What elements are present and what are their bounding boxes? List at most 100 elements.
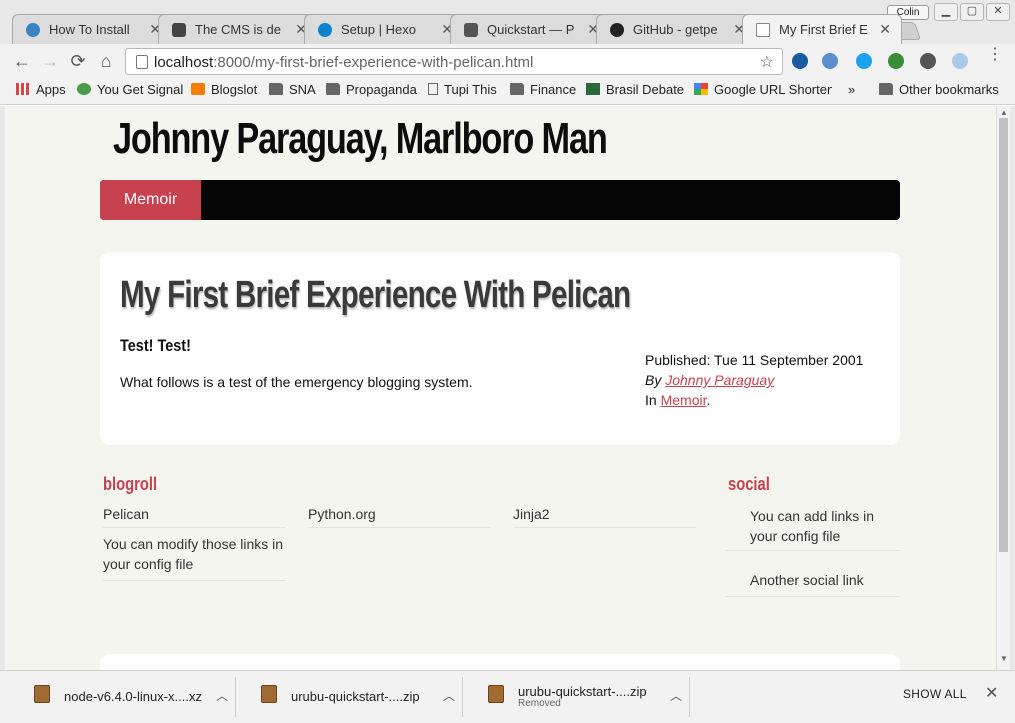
page-icon (428, 83, 438, 95)
tab-cms[interactable]: The CMS is de ✕ (158, 14, 318, 44)
close-icon[interactable]: ✕ (985, 683, 998, 703)
blogroll-link-python[interactable]: Python.org (308, 504, 491, 528)
site-nav: Memoir (100, 180, 900, 220)
tab-title: My First Brief E (779, 22, 868, 37)
digitalocean-favicon-icon (26, 23, 40, 37)
download-item[interactable]: urubu-quickstart-....zip Removed ︿ (464, 677, 690, 717)
download-item[interactable]: urubu-quickstart-....zip ︿ (237, 677, 463, 717)
scrollbar-thumb[interactable] (999, 118, 1008, 552)
bookmark-google-url-shortener[interactable]: Google URL Shortene (694, 82, 832, 100)
reload-button[interactable]: ⟳ (68, 51, 88, 71)
article-subtitle: Test! Test! (120, 336, 191, 355)
extension-icon[interactable] (952, 53, 968, 69)
address-bar[interactable]: localhost:8000/my-first-brief-experience… (125, 48, 783, 75)
page-info-icon[interactable] (136, 55, 148, 69)
article-body: What follows is a test of the emergency … (120, 374, 473, 390)
blogroll-link-jinja2[interactable]: Jinja2 (513, 504, 696, 528)
google-icon (694, 83, 708, 95)
archive-icon (488, 685, 504, 703)
extension-icon[interactable] (822, 53, 838, 69)
folder-icon (269, 83, 283, 95)
tab-title: Setup | Hexo (341, 22, 416, 37)
author-link[interactable]: Johnny Paraguay (665, 372, 774, 388)
article-card: My First Brief Experience With Pelican T… (100, 252, 900, 445)
blogger-icon (191, 83, 205, 95)
close-icon[interactable]: ✕ (879, 21, 891, 38)
bookmark-apps[interactable]: Apps (16, 82, 66, 100)
extension-icon[interactable] (888, 53, 904, 69)
chrome-menu-icon[interactable]: ⋮ (987, 47, 1003, 63)
bookmark-folder-propaganda[interactable]: Propaganda (326, 82, 417, 100)
scroll-up-arrow-icon[interactable]: ▲ (1000, 108, 1008, 117)
page-icon (756, 23, 770, 37)
archive-icon (261, 685, 277, 703)
bookmarks-overflow-chevron[interactable]: » (848, 82, 855, 100)
back-button[interactable]: ← (12, 51, 32, 71)
category-line: In Memoir. (645, 392, 711, 408)
article-meta: Published: Tue 11 September 2001 By John… (645, 350, 863, 410)
folder-icon (879, 83, 893, 95)
tab-how-to-install[interactable]: How To Install ✕ (12, 14, 172, 44)
bookmark-folder-finance[interactable]: Finance (510, 82, 576, 100)
social-link-config[interactable]: You can add links in your config file (725, 506, 900, 551)
folder-icon (510, 83, 524, 95)
tab-quickstart[interactable]: Quickstart — P ✕ (450, 14, 610, 44)
nav-item-memoir[interactable]: Memoir (100, 180, 201, 220)
title-bar: How To Install ✕ The CMS is de ✕ Setup |… (0, 0, 1015, 44)
page-viewport: Johnny Paraguay, Marlboro Man Memoir My … (5, 106, 996, 670)
download-filename: urubu-quickstart-....zip (518, 684, 647, 699)
blogroll-link-pelican[interactable]: Pelican (103, 504, 286, 528)
show-all-downloads-button[interactable]: SHOW ALL (903, 687, 967, 701)
forward-button[interactable]: → (40, 51, 60, 71)
bookmark-blogslot[interactable]: Blogslot (191, 82, 257, 100)
published-date: Published: Tue 11 September 2001 (645, 352, 864, 368)
social-heading: social (728, 474, 770, 494)
window-close-button[interactable]: ✕ (986, 3, 1010, 21)
minimize-button[interactable]: ▁ (934, 3, 958, 21)
bookmark-brasil-debate[interactable]: Brasil Debate (586, 82, 684, 100)
social-link-another[interactable]: Another social link (725, 570, 900, 597)
tab-hexo-setup[interactable]: Setup | Hexo ✕ (304, 14, 464, 44)
chevron-up-icon[interactable]: ︿ (216, 687, 228, 704)
bookmark-tupi-this[interactable]: Tupi This (428, 82, 497, 100)
download-item[interactable]: node-v6.4.0-linux-x....xz ︿ (10, 677, 236, 717)
other-bookmarks[interactable]: Other bookmarks (879, 82, 999, 100)
article-title[interactable]: My First Brief Experience With Pelican (120, 274, 631, 317)
download-filename: urubu-quickstart-....zip (291, 689, 420, 704)
toolbar: ← → ⟳ ⌂ localhost:8000/my-first-brief-ex… (0, 44, 1015, 78)
blogroll-link-config[interactable]: You can modify those links in your confi… (103, 534, 286, 581)
scroll-down-arrow-icon[interactable]: ▼ (1000, 654, 1008, 663)
apps-grid-icon (16, 83, 30, 95)
site-title[interactable]: Johnny Paraguay, Marlboro Man (113, 114, 608, 164)
tab-my-first-brief[interactable]: My First Brief E ✕ (742, 14, 902, 44)
extension-icon[interactable] (792, 53, 808, 69)
github-icon (610, 23, 624, 37)
byline: By Johnny Paraguay (645, 372, 775, 388)
tab-title: Quickstart — P (487, 22, 575, 37)
vertical-scrollbar[interactable]: ▲ ▼ (996, 106, 1010, 670)
globe-icon (77, 83, 91, 95)
download-status: Removed (518, 698, 561, 709)
bookmarks-bar: Apps You Get Signal Blogslot SNA Propaga… (0, 78, 1015, 105)
blogroll-heading: blogroll (103, 474, 158, 494)
download-filename: node-v6.4.0-linux-x....xz (64, 689, 203, 704)
docs-favicon-icon (464, 23, 478, 37)
home-button[interactable]: ⌂ (96, 51, 116, 71)
bookmark-star-icon[interactable]: ☆ (760, 52, 774, 72)
bookmark-you-get-signal[interactable]: You Get Signal (77, 82, 183, 100)
extension-icon[interactable] (920, 53, 936, 69)
chevron-up-icon[interactable]: ︿ (670, 687, 682, 704)
twitter-icon[interactable] (856, 53, 872, 69)
category-link[interactable]: Memoir (661, 392, 707, 408)
folder-icon (326, 83, 340, 95)
window-border (1010, 106, 1015, 670)
maximize-button[interactable]: ▢ (960, 3, 984, 21)
hexo-favicon-icon (318, 23, 332, 37)
tab-title: GitHub - getpe (633, 22, 718, 37)
tab-github[interactable]: GitHub - getpe ✕ (596, 14, 756, 44)
chevron-up-icon[interactable]: ︿ (443, 687, 455, 704)
tab-title: The CMS is de (195, 22, 281, 37)
bookmark-folder-sna[interactable]: SNA (269, 82, 316, 100)
url-text: localhost:8000/my-first-brief-experience… (154, 54, 534, 71)
brn-icon (586, 83, 600, 95)
